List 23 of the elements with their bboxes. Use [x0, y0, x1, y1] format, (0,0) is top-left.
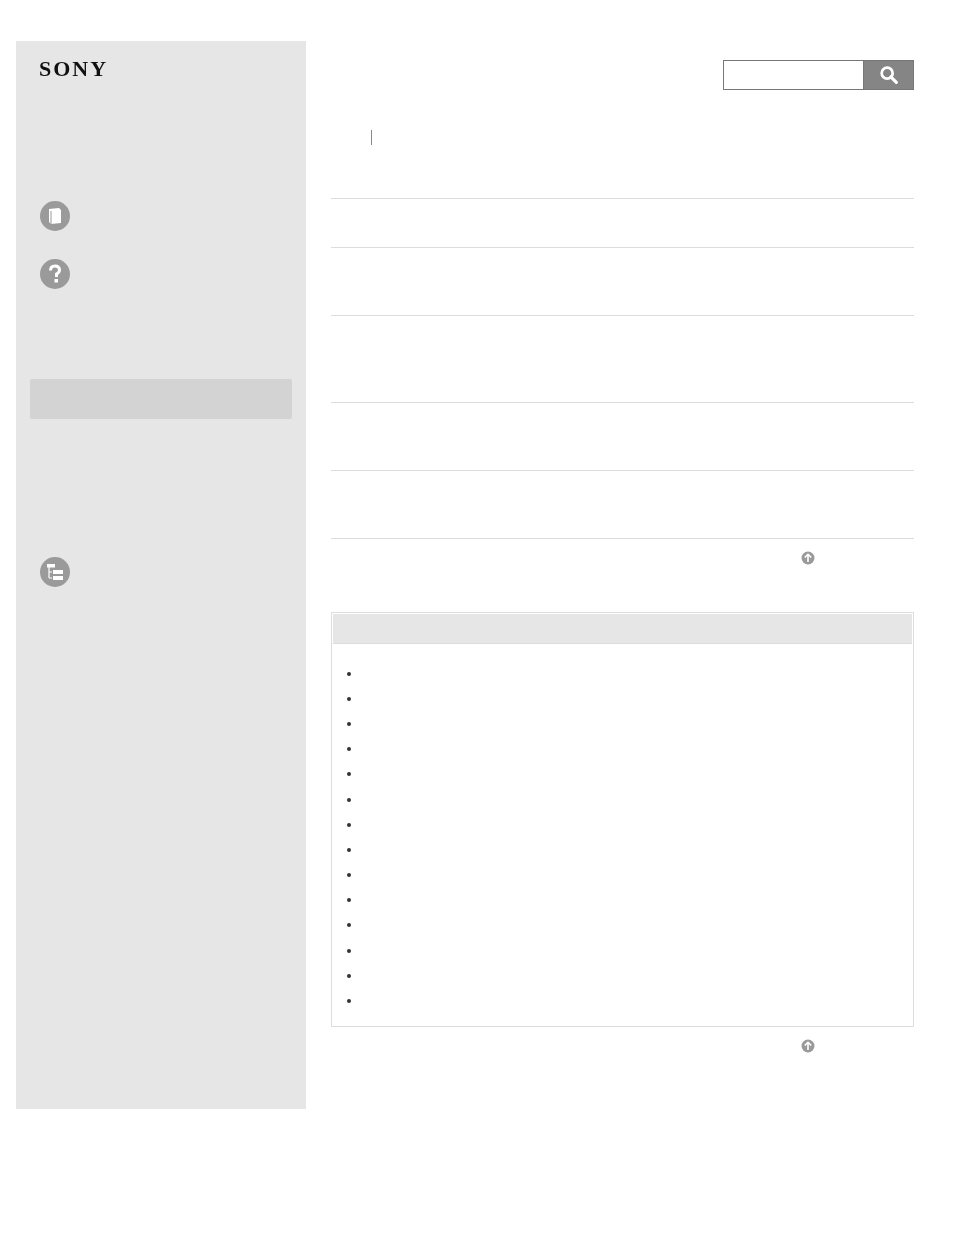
search-button[interactable]: [863, 60, 914, 90]
bullet-icon: [347, 797, 351, 802]
book-icon[interactable]: [39, 200, 71, 232]
back-to-top-icon[interactable]: [801, 1038, 815, 1053]
bullet-icon: [347, 898, 351, 903]
tree-icon[interactable]: [39, 556, 71, 588]
bullet-icon: [347, 772, 351, 777]
bullet-icon: [347, 671, 351, 676]
bullet-icon: [347, 822, 351, 827]
bullet-icon: [347, 747, 351, 752]
help-icon[interactable]: [39, 258, 71, 290]
bullet-icon: [347, 696, 351, 701]
bullet-icon: [347, 923, 351, 928]
bullet-icon: [347, 721, 351, 726]
bullet-icon: [347, 948, 351, 953]
bullet-icon: [347, 999, 351, 1004]
logo: SONY: [39, 57, 109, 81]
search-icon: [877, 64, 900, 86]
bullet-icon: [347, 847, 351, 852]
back-to-top-icon[interactable]: [801, 551, 815, 565]
bullet-icon: [347, 973, 351, 978]
search-field[interactable]: [723, 60, 863, 90]
bullet-icon: [347, 873, 351, 878]
